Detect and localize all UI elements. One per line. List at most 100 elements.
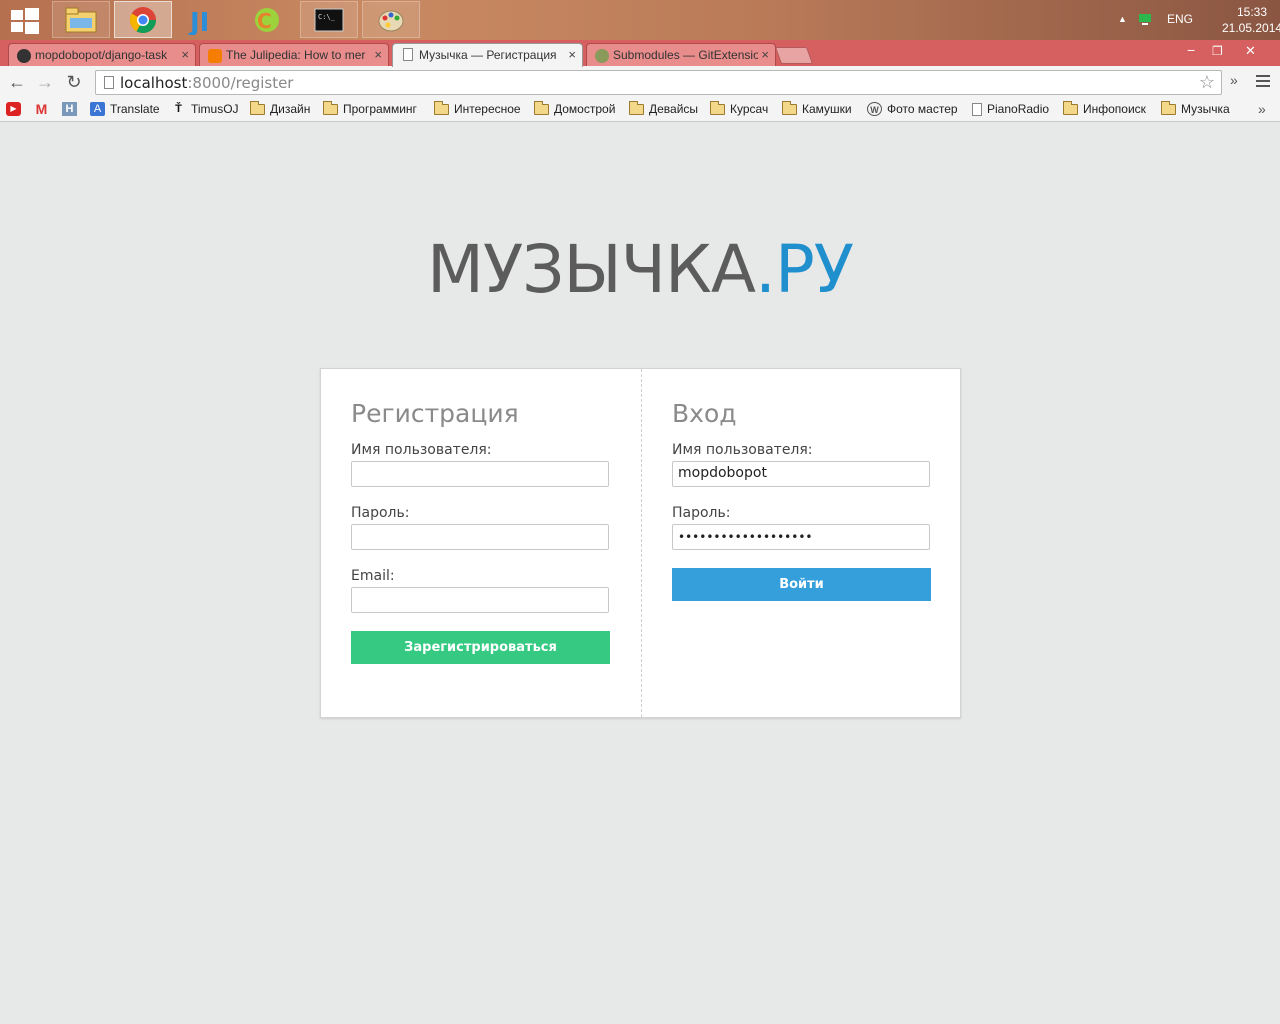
bookmark-pianoradio[interactable]: PianoRadio: [972, 102, 1049, 116]
language-indicator[interactable]: ENG: [1167, 12, 1193, 26]
close-icon[interactable]: ×: [758, 47, 769, 62]
clock-date: 21.05.2014: [1222, 21, 1280, 35]
bookmark-folder-domostroy[interactable]: Домострой: [534, 100, 616, 116]
tab-title: Музычка — Регистрация: [419, 48, 557, 62]
login-password-input[interactable]: •••••••••••••••••••: [672, 524, 930, 550]
bookmark-youtube[interactable]: ▶: [6, 102, 26, 116]
bookmark-folder-kamushki[interactable]: Камушки: [782, 100, 852, 116]
file-explorer-icon[interactable]: [52, 1, 110, 38]
new-tab-button[interactable]: [774, 47, 814, 64]
gmail-icon: M: [35, 101, 48, 117]
translate-icon: A: [90, 102, 105, 116]
browser-toolbar: ← → ↻ localhost:8000/register ☆: [0, 66, 1280, 98]
blogger-icon: [208, 49, 222, 63]
folder-icon: [250, 100, 265, 115]
close-window-button[interactable]: ✕: [1245, 43, 1256, 59]
windows-start-icon[interactable]: [8, 6, 40, 34]
bookmark-gmail[interactable]: M: [34, 102, 54, 116]
logo-accent-text: .РУ: [754, 231, 854, 308]
wordpress-icon: W: [867, 102, 882, 116]
tab-github[interactable]: mopdobopot/django-task ×: [8, 43, 196, 66]
bookmark-folder-programming[interactable]: Программинг: [323, 100, 417, 116]
register-title: Регистрация: [351, 399, 519, 428]
tab-muzychka[interactable]: Музычка — Регистрация ×: [392, 43, 583, 67]
bookmark-folder-muzychka[interactable]: Музычка: [1161, 100, 1230, 116]
bookmark-label: Музычка: [1181, 102, 1230, 116]
bookmark-timusoj[interactable]: Ť TimusOJ: [171, 102, 238, 116]
bookmark-label: Домострой: [554, 102, 616, 116]
login-username-label: Имя пользователя:: [672, 442, 813, 458]
timus-icon: Ť: [175, 103, 182, 115]
bookmark-label: Камушки: [802, 102, 852, 116]
bookmarks-bar: ▶ M H A Translate Ť TimusOJ Дизайн Прогр…: [0, 98, 1280, 122]
folder-icon: [782, 100, 797, 115]
tray-expand-icon[interactable]: ▲: [1118, 14, 1127, 24]
bookmark-label: Девайсы: [649, 102, 699, 116]
minimize-button[interactable]: −: [1187, 42, 1195, 58]
login-username-input[interactable]: mopdobopot: [672, 461, 930, 487]
network-icon[interactable]: [1138, 12, 1152, 26]
bookmark-photo-master[interactable]: W Фото мастер: [867, 102, 958, 116]
folder-icon: [534, 100, 549, 115]
close-icon[interactable]: ×: [371, 47, 382, 62]
bookmarks-overflow-button[interactable]: »: [1258, 101, 1266, 117]
page-icon: [972, 102, 982, 116]
tab-julipedia[interactable]: The Julipedia: How to mer ×: [199, 43, 389, 66]
habr-icon: H: [62, 102, 77, 116]
register-form: Регистрация Имя пользователя: Пароль: Em…: [321, 369, 641, 717]
bookmark-label: Программинг: [343, 102, 417, 116]
page-content: МУЗЫЧКА.РУ Регистрация Имя пользователя:…: [0, 123, 1280, 1024]
register-email-input[interactable]: [351, 587, 609, 613]
bookmark-folder-design[interactable]: Дизайн: [250, 100, 311, 116]
close-icon[interactable]: ×: [565, 47, 576, 62]
url-text: localhost:8000/register: [120, 74, 293, 92]
bookmark-star-icon[interactable]: ☆: [1199, 72, 1215, 93]
logo-main-text: МУЗЫЧКА: [427, 231, 756, 308]
login-form: Вход Имя пользователя: mopdobopot Пароль…: [642, 369, 962, 717]
chrome-menu-icon[interactable]: [1256, 75, 1270, 90]
tab-title: mopdobopot/django-task: [35, 48, 168, 62]
register-password-input[interactable]: [351, 524, 609, 550]
folder-icon: [434, 100, 449, 115]
folder-icon: [1161, 100, 1176, 115]
bookmark-label: Интересное: [454, 102, 521, 116]
bookmark-label: Курсач: [730, 102, 769, 116]
extensions-overflow-button[interactable]: »: [1230, 72, 1238, 88]
command-prompt-icon[interactable]: C:\_: [300, 1, 358, 38]
clock[interactable]: 15:33 21.05.2014: [1222, 4, 1280, 36]
auth-card: Регистрация Имя пользователя: Пароль: Em…: [320, 368, 961, 718]
address-bar[interactable]: localhost:8000/register ☆: [95, 70, 1222, 95]
site-logo[interactable]: МУЗЫЧКА.РУ: [0, 231, 1280, 308]
github-icon: [17, 49, 31, 63]
url-host: localhost: [120, 74, 188, 92]
register-password-label: Пароль:: [351, 505, 410, 521]
tab-title: Submodules — GitExtensio: [613, 48, 760, 62]
bookmark-translate[interactable]: A Translate: [90, 102, 160, 116]
bookmark-folder-infopoisk[interactable]: Инфопоиск: [1063, 100, 1146, 116]
bookmark-folder-interesting[interactable]: Интересное: [434, 100, 521, 116]
reload-button[interactable]: ↻: [63, 72, 85, 93]
svg-text:C: C: [257, 9, 272, 33]
register-username-input[interactable]: [351, 461, 609, 487]
bookmark-label: Инфопоиск: [1083, 102, 1146, 116]
restore-button[interactable]: ❐: [1212, 44, 1223, 58]
close-icon[interactable]: ×: [178, 47, 189, 62]
bookmark-folder-kursach[interactable]: Курсач: [710, 100, 769, 116]
bookmark-folder-devices[interactable]: Девайсы: [629, 100, 699, 116]
bookmark-label: Дизайн: [270, 102, 311, 116]
register-button[interactable]: Зарегистрироваться: [351, 631, 610, 664]
folder-icon: [323, 100, 338, 115]
login-button[interactable]: Войти: [672, 568, 931, 601]
gitextensions-icon: [595, 49, 609, 63]
intellij-idea-icon[interactable]: JI: [176, 1, 234, 38]
url-path: :8000/register: [187, 74, 294, 92]
back-button[interactable]: ←: [6, 72, 28, 93]
paint-icon[interactable]: [362, 1, 420, 38]
tab-gitextensions[interactable]: Submodules — GitExtensio ×: [586, 43, 776, 66]
bookmark-habr[interactable]: H: [62, 102, 82, 116]
register-email-label: Email:: [351, 568, 395, 584]
bookmark-label: PianoRadio: [987, 102, 1050, 116]
pycharm-icon[interactable]: C: [238, 1, 296, 38]
chrome-icon[interactable]: [114, 1, 172, 38]
forward-button[interactable]: →: [34, 72, 56, 93]
